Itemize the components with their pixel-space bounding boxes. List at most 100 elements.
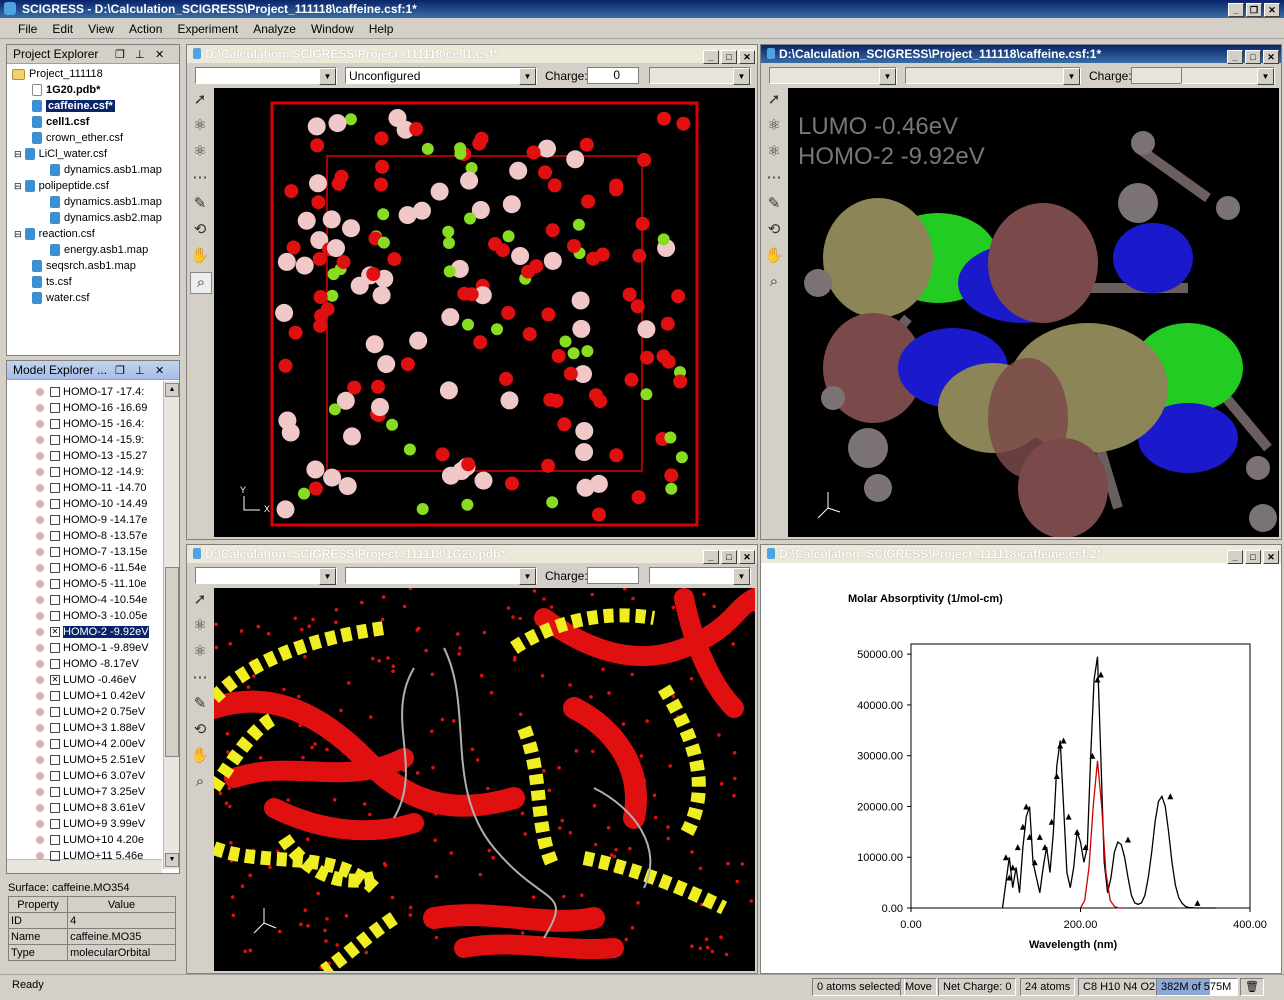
orbital-row[interactable]: LUMO+5 2.51eV bbox=[36, 752, 145, 768]
close-button[interactable]: ✕ bbox=[1264, 3, 1280, 17]
hand-tool-icon[interactable]: ✋ bbox=[764, 246, 784, 266]
orbital-row[interactable]: HOMO-4 -10.54e bbox=[36, 592, 147, 608]
menu-analyze[interactable]: Analyze bbox=[247, 19, 302, 39]
edit-tool-icon[interactable]: ✎ bbox=[190, 694, 210, 714]
orbital-row[interactable]: HOMO-9 -14.17e bbox=[36, 512, 147, 528]
orbital-row[interactable]: LUMO+7 3.25eV bbox=[36, 784, 145, 800]
pdb-charge-spinner[interactable] bbox=[587, 567, 639, 584]
maximize-button[interactable]: □ bbox=[1245, 50, 1261, 64]
restore-button[interactable]: ❐ bbox=[1246, 3, 1262, 17]
tree-item-cell1[interactable]: cell1.csf bbox=[32, 114, 89, 130]
tree-item-1g20[interactable]: 1G20.pdb* bbox=[32, 82, 100, 98]
checkbox-icon[interactable] bbox=[50, 803, 60, 814]
menu-help[interactable]: Help bbox=[363, 19, 400, 39]
scroll-down-icon[interactable]: ▼ bbox=[165, 853, 179, 867]
orbital-row[interactable]: LUMO+11 5.46e bbox=[36, 848, 143, 864]
checkbox-icon[interactable] bbox=[50, 467, 60, 478]
select-arrow-icon[interactable]: ➚ bbox=[764, 90, 784, 110]
maximize-button[interactable]: □ bbox=[721, 50, 737, 64]
checkbox-icon[interactable] bbox=[50, 579, 60, 590]
caffeine1-combo-1[interactable]: ▼ bbox=[769, 67, 897, 85]
edit-tool-icon[interactable]: ✎ bbox=[190, 194, 210, 214]
orbital-row[interactable]: HOMO-14 -15.9: bbox=[36, 432, 144, 448]
checkbox-icon[interactable] bbox=[50, 835, 60, 846]
checkbox-icon[interactable] bbox=[50, 515, 60, 526]
scroll-thumb[interactable] bbox=[165, 567, 179, 757]
pdb-combo-2[interactable]: ▼ bbox=[345, 567, 537, 585]
checkbox-icon[interactable] bbox=[50, 387, 60, 398]
collapse-icon[interactable]: ⊟ bbox=[14, 229, 22, 239]
close-button[interactable]: ✕ bbox=[739, 50, 755, 64]
fragment-tool-icon[interactable]: ⚛ bbox=[190, 642, 210, 662]
checkbox-icon[interactable] bbox=[50, 643, 60, 654]
orbital-row[interactable]: ✕ HOMO-2 -9.92eV bbox=[36, 624, 149, 640]
maximize-button[interactable]: □ bbox=[1245, 550, 1261, 564]
checkbox-icon[interactable] bbox=[50, 659, 60, 670]
minimize-button[interactable]: _ bbox=[703, 550, 719, 564]
maximize-button[interactable]: □ bbox=[721, 550, 737, 564]
cell1-config-combo[interactable]: Unconfigured ▼ bbox=[345, 67, 537, 85]
zoom-tool-icon[interactable]: ⌕ bbox=[190, 772, 210, 792]
bond-tool-icon[interactable]: ⋯ bbox=[764, 168, 784, 188]
close-button[interactable]: ✕ bbox=[1263, 50, 1279, 64]
tree-item-polipeptide[interactable]: ⊟ polipeptide.csf bbox=[14, 178, 109, 194]
fragment-tool-icon[interactable]: ⚛ bbox=[190, 142, 210, 162]
orbital-row[interactable]: LUMO+10 4.20e bbox=[36, 832, 144, 848]
checkbox-icon[interactable] bbox=[50, 611, 60, 622]
tree-project-root[interactable]: Project_111118 bbox=[12, 66, 103, 82]
tree-item-caffeine[interactable]: caffeine.csf* bbox=[32, 98, 115, 114]
tree-item-crown-ether[interactable]: crown_ether.csf bbox=[32, 130, 123, 146]
checkbox-checked-icon[interactable]: ✕ bbox=[50, 675, 60, 686]
checkbox-icon[interactable] bbox=[50, 483, 60, 494]
menu-experiment[interactable]: Experiment bbox=[171, 19, 244, 39]
checkbox-icon[interactable] bbox=[50, 707, 60, 718]
menu-edit[interactable]: Edit bbox=[46, 19, 79, 39]
menu-view[interactable]: View bbox=[82, 19, 120, 39]
checkbox-icon[interactable] bbox=[50, 755, 60, 766]
orbital-row[interactable]: HOMO -8.17eV bbox=[36, 656, 139, 672]
checkbox-icon[interactable] bbox=[50, 771, 60, 782]
caffeine1-viewport[interactable]: LUMO -0.46eV HOMO-2 -9.92eV bbox=[788, 88, 1279, 537]
orbital-row[interactable]: HOMO-16 -16.69 bbox=[36, 400, 147, 416]
float-icon[interactable]: ❐ bbox=[115, 46, 125, 64]
orbital-row[interactable]: LUMO+3 1.88eV bbox=[36, 720, 145, 736]
tree-item-water[interactable]: water.csf bbox=[32, 290, 89, 306]
close-button[interactable]: ✕ bbox=[739, 550, 755, 564]
edit-tool-icon[interactable]: ✎ bbox=[764, 194, 784, 214]
tree-item-ts[interactable]: ts.csf bbox=[32, 274, 72, 290]
cell1-combo-1[interactable]: ▼ bbox=[195, 67, 337, 85]
checkbox-icon[interactable] bbox=[50, 435, 60, 446]
caffeine1-combo-3[interactable]: ▼ bbox=[1181, 67, 1275, 85]
menu-window[interactable]: Window bbox=[305, 19, 360, 39]
minimize-button[interactable]: _ bbox=[1227, 50, 1243, 64]
pin-icon[interactable]: ⊥ bbox=[135, 362, 145, 380]
pdb-combo-1[interactable]: ▼ bbox=[195, 567, 337, 585]
float-icon[interactable]: ❐ bbox=[115, 362, 125, 380]
orbital-row[interactable]: HOMO-12 -14.9: bbox=[36, 464, 144, 480]
orbital-row[interactable]: LUMO+1 0.42eV bbox=[36, 688, 145, 704]
checkbox-icon[interactable] bbox=[50, 723, 60, 734]
bond-tool-icon[interactable]: ⋯ bbox=[190, 668, 210, 688]
caffeine1-combo-2[interactable]: ▼ bbox=[905, 67, 1081, 85]
orbital-row[interactable]: LUMO+9 3.99eV bbox=[36, 816, 145, 832]
rotate-tool-icon[interactable]: ⟲ bbox=[190, 720, 210, 740]
cell1-charge-spinner[interactable]: 0 bbox=[587, 67, 639, 84]
checkbox-icon[interactable] bbox=[50, 739, 60, 750]
collapse-icon[interactable]: ⊟ bbox=[14, 181, 22, 191]
orbital-row[interactable]: HOMO-15 -16.4: bbox=[36, 416, 144, 432]
rotate-tool-icon[interactable]: ⟲ bbox=[190, 220, 210, 240]
tree-item-dynamics-asb2[interactable]: dynamics.asb2.map bbox=[50, 210, 162, 226]
minimize-button[interactable]: _ bbox=[1228, 3, 1244, 17]
checkbox-icon[interactable] bbox=[50, 419, 60, 430]
tree-item-dynamics-asb1[interactable]: dynamics.asb1.map bbox=[50, 194, 162, 210]
checkbox-checked-icon[interactable]: ✕ bbox=[50, 627, 60, 638]
checkbox-icon[interactable] bbox=[50, 403, 60, 414]
checkbox-icon[interactable] bbox=[50, 499, 60, 510]
checkbox-icon[interactable] bbox=[50, 787, 60, 798]
minimize-button[interactable]: _ bbox=[1227, 550, 1243, 564]
orbital-row[interactable]: LUMO+4 2.00eV bbox=[36, 736, 145, 752]
close-icon[interactable]: ✕ bbox=[155, 362, 164, 380]
memory-indicator[interactable]: 382M of 575M bbox=[1156, 978, 1238, 996]
orbital-row[interactable]: HOMO-8 -13.57e bbox=[36, 528, 147, 544]
close-icon[interactable]: ✕ bbox=[155, 46, 164, 64]
